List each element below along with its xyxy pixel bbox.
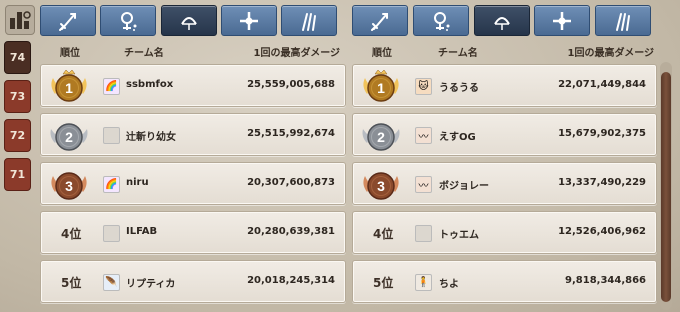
ranking-filter-button[interactable] xyxy=(5,5,35,35)
rank-column-header: 順位 xyxy=(60,48,80,59)
ranking-row[interactable]: 3 🌈 niru 20,307,600,873 xyxy=(40,162,346,205)
class-tab-sword[interactable] xyxy=(352,5,408,36)
ranking-row[interactable]: 5位 🪶 リプティカ 20,018,245,314 xyxy=(40,260,346,303)
class-tab-cross-shield[interactable] xyxy=(221,5,277,36)
best-damage-value: 20,307,600,873 xyxy=(247,177,335,188)
team-name: うるうる xyxy=(439,83,479,94)
ranking-row[interactable]: 1 🐱 うるうる 22,071,449,844 xyxy=(352,64,657,107)
class-tab-bow[interactable] xyxy=(474,5,530,36)
ranking-row[interactable]: 2 〰えすOG 15,679,902,375 xyxy=(352,113,657,156)
season-tab[interactable]: 74 xyxy=(4,41,31,74)
best-damage-value: 13,337,490,229 xyxy=(558,177,646,188)
rank-label: 5位 xyxy=(373,276,394,290)
bronze-medal-icon: 3 xyxy=(363,172,399,200)
gold-medal-icon: 1 xyxy=(51,69,87,102)
magic-icon xyxy=(434,11,450,31)
blank-icon xyxy=(415,225,432,242)
claw-icon xyxy=(302,12,316,31)
svg-text:1: 1 xyxy=(65,80,73,96)
right-table-header: 順位 チーム名 1回の最高ダメージ xyxy=(352,38,660,62)
team-column-header: チーム名 xyxy=(438,48,478,59)
team-name: リプティカ xyxy=(126,279,176,290)
rainbow-icon: 🌈 xyxy=(103,78,120,95)
right-ranking-panel: 順位 チーム名 1回の最高ダメージ 1 🐱 うるうる 22,071,449,844 2 〰… xyxy=(352,38,660,312)
gold-medal-icon: 1 xyxy=(363,69,399,102)
class-tab-sword[interactable] xyxy=(40,5,96,36)
class-tab-bow[interactable] xyxy=(161,5,217,36)
best-damage-value: 15,679,902,375 xyxy=(558,128,646,139)
best-damage-value: 20,018,245,314 xyxy=(247,275,335,286)
class-tab-magic[interactable] xyxy=(100,5,156,36)
ranking-scrollbar[interactable] xyxy=(660,62,672,310)
season-tab[interactable]: 72 xyxy=(4,119,31,152)
class-tab-claw[interactable] xyxy=(595,5,651,36)
ranking-row[interactable]: 4位 ILFAB 20,280,639,381 xyxy=(40,211,346,254)
season-tab[interactable]: 71 xyxy=(4,158,31,191)
damage-column-header: 1回の最高ダメージ xyxy=(253,48,340,59)
cat-icon: 🐱 xyxy=(415,78,432,95)
sword-icon xyxy=(371,12,388,31)
team-name: niru xyxy=(126,177,149,188)
rank-column-header: 順位 xyxy=(372,48,392,59)
cross-shield-icon xyxy=(240,11,258,30)
damage-column-header: 1回の最高ダメージ xyxy=(567,48,654,59)
ranking-row[interactable]: 5位 🧍 ちよ 9,818,344,866 xyxy=(352,260,657,303)
bow-icon xyxy=(494,16,510,30)
rainbow-icon: 🌈 xyxy=(103,176,120,193)
ranking-row[interactable]: 1 🌈 ssbmfox 25,559,005,688 xyxy=(40,64,346,107)
svg-text:2: 2 xyxy=(65,129,73,145)
team-name: 辻斬り幼女 xyxy=(126,132,176,143)
ranking-row[interactable]: 2 辻斬り幼女 25,515,992,674 xyxy=(40,113,346,156)
svg-text:1: 1 xyxy=(377,80,385,96)
wing-icon: 〰 xyxy=(415,176,432,193)
ranking-bars-icon xyxy=(10,11,31,29)
svg-text:3: 3 xyxy=(65,178,73,194)
rank-label: 5位 xyxy=(61,276,82,290)
best-damage-value: 25,559,005,688 xyxy=(247,79,335,90)
best-damage-value: 12,526,406,962 xyxy=(558,226,646,237)
class-tab-cross-shield[interactable] xyxy=(534,5,590,36)
team-name: えすOG xyxy=(439,132,476,143)
team-name: ボジョレー xyxy=(439,181,489,192)
season-tab[interactable]: 73 xyxy=(4,80,31,113)
class-tab-claw[interactable] xyxy=(281,5,337,36)
team-name: トゥエム xyxy=(439,230,479,241)
ranking-row[interactable]: 4位 トゥエム 12,526,406,962 xyxy=(352,211,657,254)
best-damage-value: 25,515,992,674 xyxy=(247,128,335,139)
bow-icon xyxy=(181,16,197,30)
best-damage-value: 9,818,344,866 xyxy=(565,275,646,286)
sword-icon xyxy=(59,12,76,31)
rank-label: 4位 xyxy=(61,227,82,241)
figure-icon: 🧍 xyxy=(415,274,432,291)
bronze-medal-icon: 3 xyxy=(51,172,87,200)
silver-medal-icon: 2 xyxy=(362,123,400,151)
team-column-header: チーム名 xyxy=(124,48,164,59)
best-damage-value: 20,280,639,381 xyxy=(247,226,335,237)
class-tab-magic[interactable] xyxy=(413,5,469,36)
rank-label: 4位 xyxy=(373,227,394,241)
svg-text:2: 2 xyxy=(377,129,385,145)
blank-icon xyxy=(103,225,120,242)
scrollbar-thumb[interactable] xyxy=(661,72,671,302)
best-damage-value: 22,071,449,844 xyxy=(558,79,646,90)
claw-icon xyxy=(616,12,630,31)
cross-shield-icon xyxy=(553,11,571,30)
feather-icon: 🪶 xyxy=(103,274,120,291)
magic-icon xyxy=(121,11,137,31)
team-name: ちよ xyxy=(439,279,459,290)
left-ranking-panel: 順位 チーム名 1回の最高ダメージ 1 🌈 ssbmfox 25,559,005,68… xyxy=(40,38,346,312)
svg-text:3: 3 xyxy=(377,178,385,194)
wing-icon: 〰 xyxy=(415,127,432,144)
ranking-row[interactable]: 3 〰ボジョレー 13,337,490,229 xyxy=(352,162,657,205)
blank-icon xyxy=(103,127,120,144)
silver-medal-icon: 2 xyxy=(50,123,88,151)
left-table-header: 順位 チーム名 1回の最高ダメージ xyxy=(40,38,346,62)
team-name: ssbmfox xyxy=(126,79,174,90)
team-name: ILFAB xyxy=(126,226,158,237)
